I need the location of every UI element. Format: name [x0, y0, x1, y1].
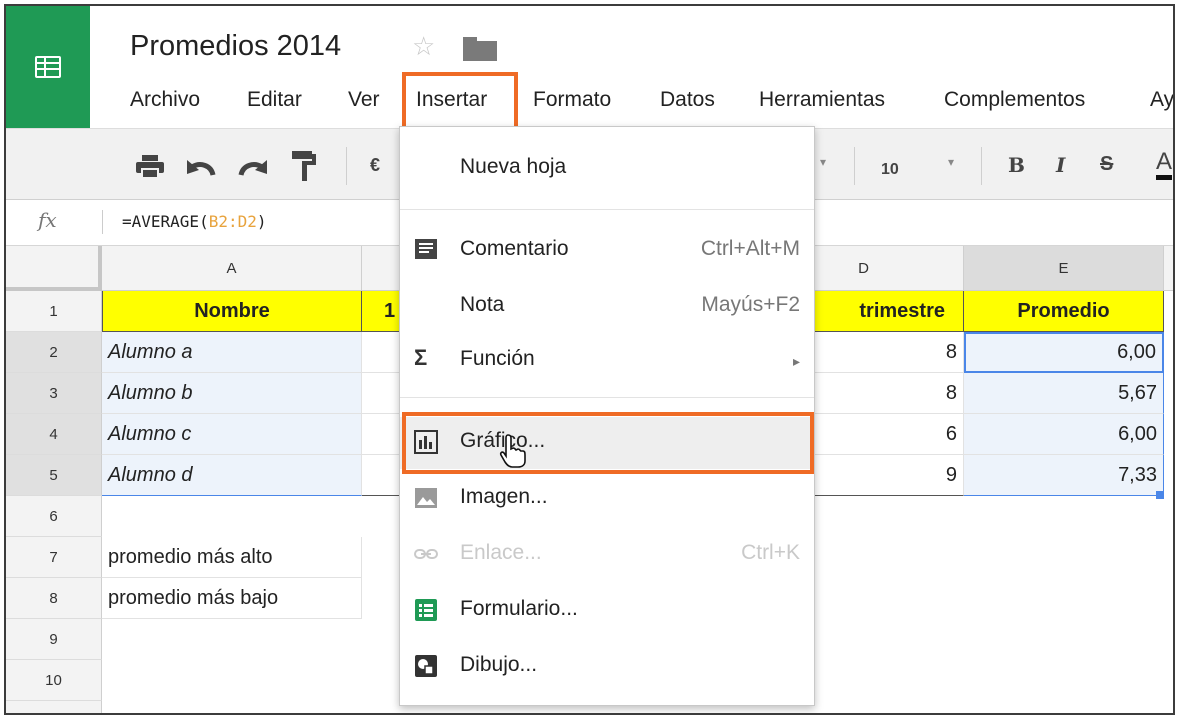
- menu-item-shortcut: Ctrl+K: [741, 541, 800, 564]
- menu-item-label: Formulario...: [460, 597, 578, 620]
- student-name-cell[interactable]: Alumno a: [102, 332, 362, 373]
- average-cell[interactable]: 6,00: [964, 332, 1164, 373]
- chevron-down-icon[interactable]: ▾: [820, 155, 826, 169]
- sigma-icon: Σ: [414, 345, 428, 370]
- row-header-11[interactable]: [6, 701, 102, 713]
- label-cell-min[interactable]: promedio más bajo: [102, 578, 362, 619]
- menu-ayuda[interactable]: Ay: [1150, 88, 1173, 112]
- label-cell-max[interactable]: promedio más alto: [102, 537, 362, 578]
- menu-formato[interactable]: Formato: [533, 88, 611, 112]
- row-header-1[interactable]: 1: [6, 291, 102, 332]
- row-header-3[interactable]: 3: [6, 373, 102, 414]
- menu-datos[interactable]: Datos: [660, 88, 715, 112]
- paint-format-icon[interactable]: [292, 151, 318, 183]
- row-header-7[interactable]: 7: [6, 537, 102, 578]
- column-header-e[interactable]: E: [964, 246, 1164, 291]
- redo-icon[interactable]: [238, 157, 268, 177]
- menu-ver[interactable]: Ver: [348, 88, 380, 112]
- select-all-corner[interactable]: [6, 246, 102, 291]
- italic-button[interactable]: I: [1056, 153, 1065, 177]
- menu-divider: [400, 397, 814, 398]
- menu-item-label: Imagen...: [460, 485, 548, 508]
- undo-icon[interactable]: [186, 157, 216, 177]
- column-header-a[interactable]: A: [102, 246, 362, 291]
- row-header-2[interactable]: 2: [6, 332, 102, 373]
- column-header-f[interactable]: [1164, 246, 1173, 291]
- insertar-highlight: [402, 72, 518, 134]
- print-icon[interactable]: [136, 155, 164, 179]
- menu-item-comentario[interactable]: Comentario Ctrl+Alt+M: [400, 225, 814, 277]
- toolbar-divider: [346, 147, 347, 185]
- row-header-4[interactable]: 4: [6, 414, 102, 455]
- menu-item-label: Comentario: [460, 237, 569, 260]
- student-name-cell[interactable]: Alumno d: [102, 455, 362, 496]
- screenshot-frame: Promedios 2014 ☆ Archivo Editar Ver Inse…: [4, 4, 1175, 715]
- menu-item-nota[interactable]: Nota Mayús+F2: [400, 281, 814, 333]
- currency-format-button[interactable]: €: [370, 155, 380, 176]
- formula-suffix: ): [256, 212, 267, 231]
- row-header-10[interactable]: 10: [6, 660, 102, 701]
- drawing-icon: [415, 655, 437, 677]
- menu-item-enlace: Enlace... Ctrl+K: [400, 529, 814, 581]
- menu-item-imagen[interactable]: Imagen...: [400, 473, 814, 525]
- submenu-arrow-icon: ▸: [792, 353, 800, 369]
- comment-icon: [415, 239, 437, 259]
- sheets-logo[interactable]: [6, 6, 90, 128]
- menu-item-funcion[interactable]: Σ Función ▸: [400, 335, 814, 387]
- average-cell[interactable]: 5,67: [964, 373, 1164, 414]
- fx-icon: fx: [38, 208, 57, 232]
- image-icon: [415, 488, 437, 508]
- document-title[interactable]: Promedios 2014: [130, 30, 341, 63]
- formula-range-ref: B2:D2: [208, 212, 257, 231]
- menu-item-label: Enlace...: [460, 541, 542, 564]
- text-color-button[interactable]: A: [1156, 149, 1173, 180]
- strikethrough-button[interactable]: S: [1100, 153, 1113, 176]
- menu-item-shortcut: Ctrl+Alt+M: [700, 237, 800, 260]
- menu-item-label: Nota: [460, 293, 505, 316]
- bold-button[interactable]: B: [1008, 153, 1025, 177]
- toolbar-divider: [854, 147, 855, 185]
- student-name-cell[interactable]: Alumno b: [102, 373, 362, 414]
- menu-item-nueva-hoja[interactable]: Nueva hoja: [400, 143, 814, 195]
- form-icon: [415, 599, 437, 621]
- menu-item-shortcut: Mayús+F2: [701, 293, 800, 316]
- average-cell[interactable]: 7,33: [964, 455, 1164, 496]
- formula-input[interactable]: =AVERAGE(B2:D2): [122, 212, 267, 231]
- header-cell-promedio[interactable]: Promedio: [964, 291, 1164, 332]
- student-name-cell[interactable]: Alumno c: [102, 414, 362, 455]
- row-header-6[interactable]: 6: [6, 496, 102, 537]
- formula-divider: [102, 210, 103, 234]
- fill-handle[interactable]: [1156, 491, 1164, 499]
- app-header: Promedios 2014 ☆ Archivo Editar Ver Inse…: [6, 6, 1173, 128]
- menu-item-formulario[interactable]: Formulario...: [400, 585, 814, 637]
- menu-editar[interactable]: Editar: [247, 88, 302, 112]
- menu-herramientas[interactable]: Herramientas: [759, 88, 885, 112]
- menu-archivo[interactable]: Archivo: [130, 88, 200, 112]
- folder-icon[interactable]: [463, 37, 497, 61]
- menu-item-label: Función: [460, 347, 535, 370]
- menu-item-label: Nueva hoja: [460, 155, 567, 178]
- menu-item-dibujo[interactable]: Dibujo...: [400, 641, 814, 693]
- spreadsheet-icon: [35, 56, 61, 78]
- grafico-highlight: [402, 412, 814, 474]
- menu-divider: [400, 209, 814, 210]
- row-header-8[interactable]: 8: [6, 578, 102, 619]
- header-cell-nombre[interactable]: Nombre: [102, 291, 362, 332]
- font-size-select[interactable]: 10: [881, 161, 899, 179]
- row-header-5[interactable]: 5: [6, 455, 102, 496]
- toolbar-divider: [981, 147, 982, 185]
- link-icon: [414, 549, 438, 559]
- average-cell[interactable]: 6,00: [964, 414, 1164, 455]
- menu-item-label: Dibujo...: [460, 653, 538, 676]
- formula-prefix: =AVERAGE(: [122, 212, 209, 231]
- row-header-9[interactable]: 9: [6, 619, 102, 660]
- star-icon[interactable]: ☆: [412, 31, 435, 62]
- chevron-down-icon[interactable]: ▾: [948, 155, 954, 169]
- menu-complementos[interactable]: Complementos: [944, 88, 1085, 112]
